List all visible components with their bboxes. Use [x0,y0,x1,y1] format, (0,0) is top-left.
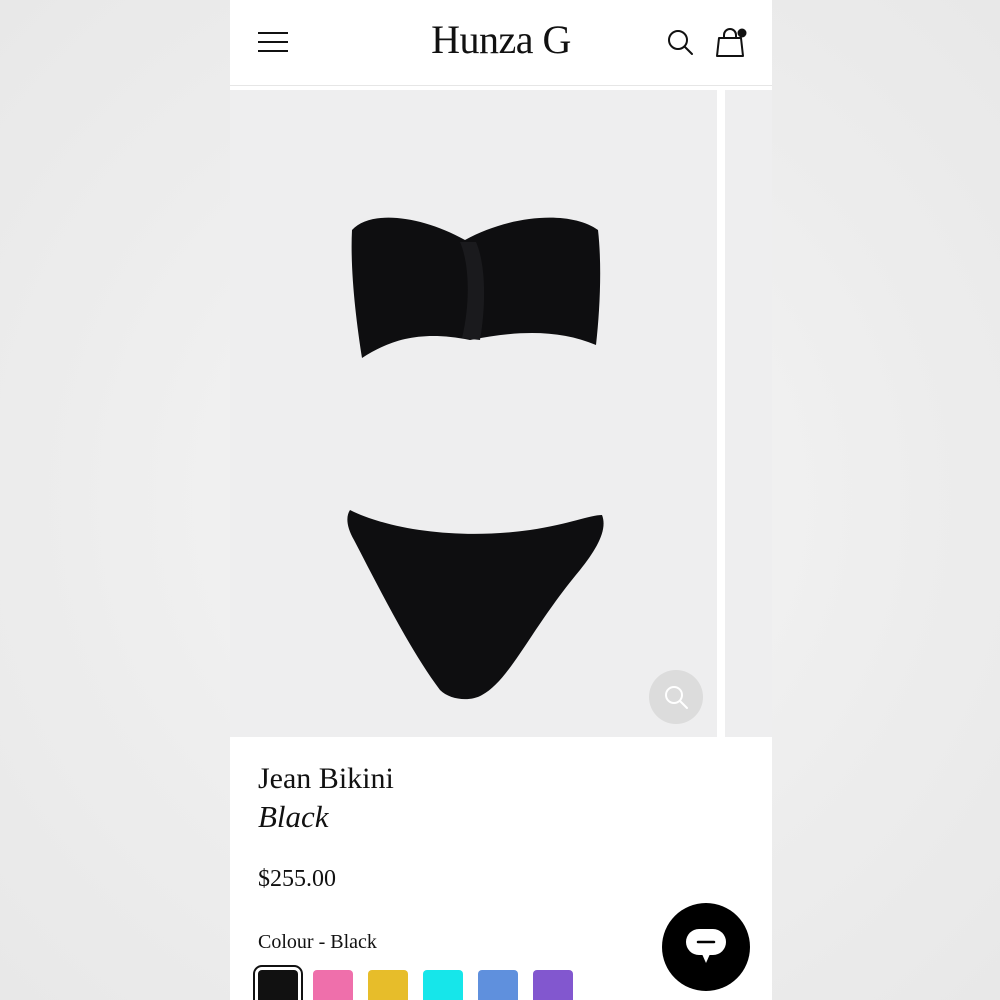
chat-bubble-icon [686,929,726,963]
shopping-bag-icon[interactable] [714,26,748,60]
product-gallery[interactable] [230,87,772,737]
mobile-page: Hunza G Jean Bikini Black $255.00 Colour… [230,0,772,1000]
product-title: Jean Bikini [258,762,394,795]
zoom-button[interactable] [649,670,703,724]
colour-swatch[interactable] [533,970,573,1000]
site-header: Hunza G [230,0,772,86]
colour-swatch[interactable] [478,970,518,1000]
product-info: Jean Bikini Black $255.00 Colour - Black [258,760,738,954]
product-price: $255.00 [258,866,336,892]
colour-swatch[interactable] [368,970,408,1000]
zoom-icon [665,686,688,709]
colour-swatch[interactable] [253,965,303,1000]
colour-swatch[interactable] [423,970,463,1000]
product-image-slide[interactable] [230,90,717,737]
cart-count-dot [737,28,747,38]
product-image [347,217,604,700]
next-image-slide-peek[interactable] [725,90,772,737]
product-colour-name: Black [258,799,329,834]
chat-button[interactable] [662,903,750,991]
colour-swatch[interactable] [313,970,353,1000]
search-icon[interactable] [666,28,694,56]
